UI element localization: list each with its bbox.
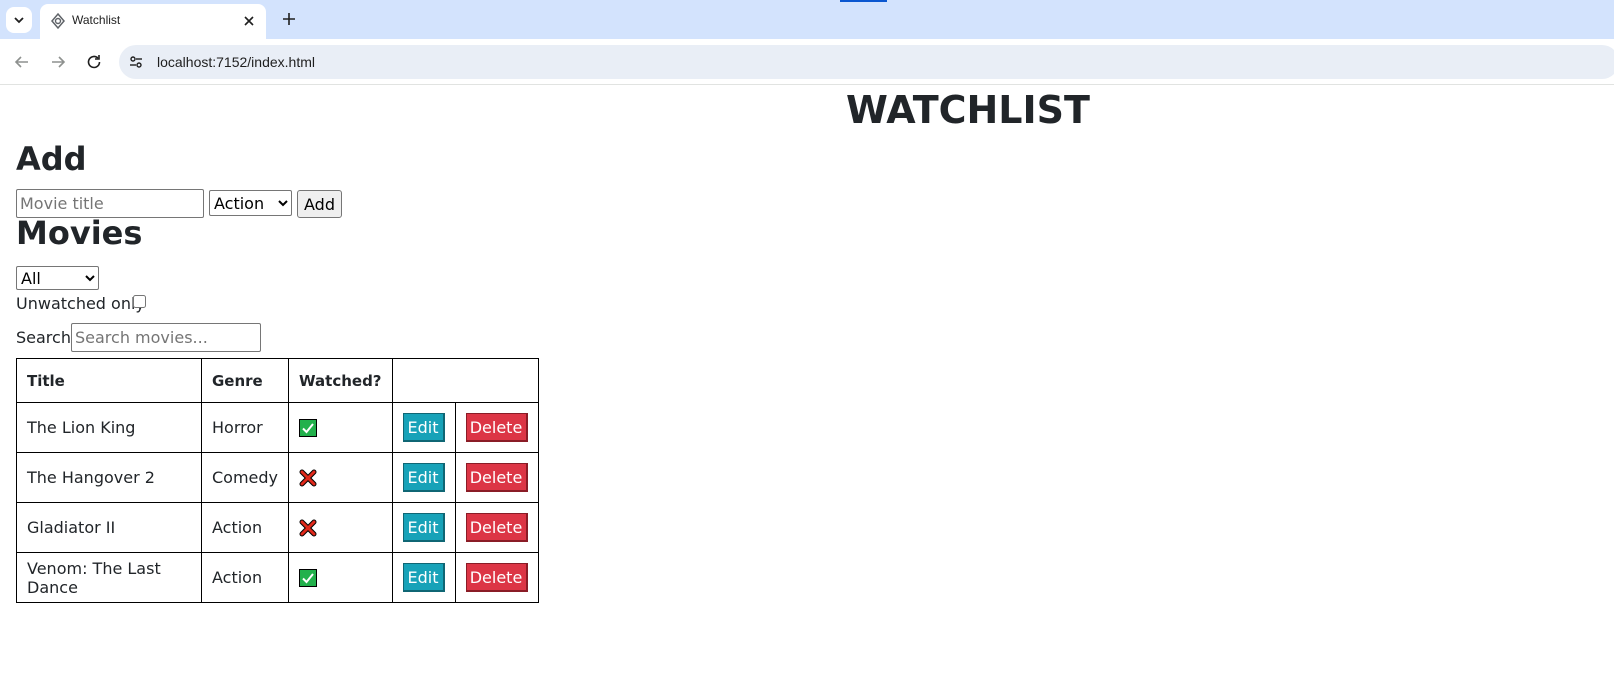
page-content: WATCHLIST Add Action Add Movies All Unwa… <box>0 86 1614 699</box>
movie-watched-cell <box>288 552 393 603</box>
delete-button[interactable]: Delete <box>465 463 528 492</box>
page-title: WATCHLIST <box>846 88 1090 132</box>
movie-watched-cell <box>288 452 393 503</box>
movie-title-cell: Venom: The Last Dance <box>16 552 202 603</box>
movie-genre-cell: Horror <box>200 402 290 453</box>
edit-cell: Edit <box>391 402 456 453</box>
edit-button[interactable]: Edit <box>402 413 445 442</box>
movie-watched-cell <box>288 502 393 553</box>
table-row: Gladiator II Action Edit Delete <box>16 502 539 553</box>
site-info-button[interactable] <box>124 50 148 74</box>
add-button[interactable]: Add <box>297 190 342 218</box>
plus-icon[interactable] <box>281 11 297 27</box>
movie-genre-cell: Action <box>200 552 290 603</box>
delete-cell: Delete <box>454 452 539 503</box>
url-text: localhost:7152/index.html <box>157 54 315 70</box>
table-row: Venom: The Last Dance Action Edit Delete <box>16 552 539 603</box>
header-actions <box>391 358 539 403</box>
check-icon <box>299 418 382 437</box>
chevron-down-icon <box>14 17 24 24</box>
window-accent-bar <box>840 0 887 2</box>
movie-watched-cell <box>288 402 393 453</box>
table-row: The Hangover 2 Comedy Edit Delete <box>16 452 539 503</box>
edit-button[interactable]: Edit <box>402 513 445 542</box>
edit-button[interactable]: Edit <box>402 563 445 592</box>
browser-tabstrip: Watchlist <box>0 0 1614 39</box>
unwatched-only-label: Unwatched only <box>16 294 145 313</box>
header-watched: Watched? <box>288 358 393 403</box>
movie-genre-cell: Comedy <box>200 452 290 503</box>
cross-icon <box>299 469 382 487</box>
movie-genre-cell: Action <box>200 502 290 553</box>
delete-cell: Delete <box>454 552 539 603</box>
check-icon <box>299 568 382 587</box>
movie-title-cell: The Hangover 2 <box>16 452 202 503</box>
search-input[interactable] <box>71 323 261 352</box>
genre-filter-select[interactable]: All <box>16 266 99 290</box>
delete-button[interactable]: Delete <box>465 513 528 542</box>
movie-title-cell: The Lion King <box>16 402 202 453</box>
header-genre: Genre <box>200 358 290 403</box>
movies-table: Title Genre Watched? The Lion King Horror… <box>16 358 539 603</box>
edit-button[interactable]: Edit <box>402 463 445 492</box>
edit-cell: Edit <box>391 502 456 553</box>
tune-icon <box>130 56 142 68</box>
address-bar[interactable]: localhost:7152/index.html <box>119 45 1614 79</box>
movie-title-cell: Gladiator II <box>16 502 202 553</box>
table-row: The Lion King Horror Edit Delete <box>16 402 539 453</box>
header-title: Title <box>16 358 202 403</box>
edit-cell: Edit <box>391 452 456 503</box>
browser-toolbar: localhost:7152/index.html <box>0 39 1614 85</box>
globe-icon <box>51 12 65 30</box>
browser-tab[interactable]: Watchlist <box>40 4 266 39</box>
close-icon[interactable] <box>241 13 257 29</box>
unwatched-only-checkbox[interactable] <box>133 295 146 308</box>
add-heading: Add <box>16 140 87 178</box>
delete-button[interactable]: Delete <box>465 563 528 592</box>
movies-heading: Movies <box>16 214 143 252</box>
reload-icon[interactable] <box>84 52 104 72</box>
edit-cell: Edit <box>391 552 456 603</box>
tab-title: Watchlist <box>72 13 121 27</box>
back-arrow-icon[interactable] <box>12 52 32 72</box>
forward-arrow-icon[interactable] <box>48 52 68 72</box>
search-label: Search: <box>16 328 77 347</box>
genre-select[interactable]: Action <box>209 190 292 216</box>
table-header-row: Title Genre Watched? <box>16 358 539 403</box>
tab-search-button[interactable] <box>6 7 32 33</box>
delete-cell: Delete <box>454 402 539 453</box>
delete-button[interactable]: Delete <box>465 413 528 442</box>
cross-icon <box>299 519 382 537</box>
delete-cell: Delete <box>454 502 539 553</box>
